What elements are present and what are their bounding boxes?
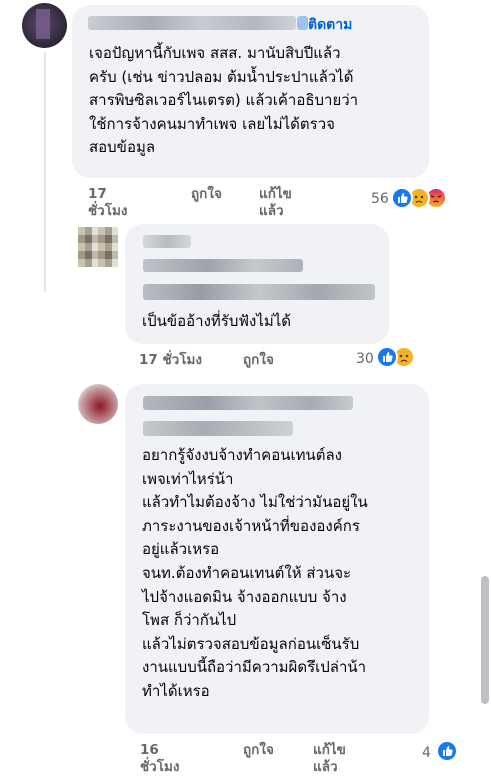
redacted-text-line [143,259,303,272]
commenter-name-redacted[interactable] [143,235,191,248]
reaction-count[interactable]: 4 [422,745,431,761]
scrollbar-thumb[interactable] [481,576,489,704]
comment-text: อยากรู้จังงบจ้างทำคอนเทนต์ลง เพจเท่าไหร่… [142,446,368,700]
commenter-avatar[interactable] [78,227,118,267]
redacted-mark [297,16,308,30]
comment-timestamp[interactable]: 17 ชั่วโมง [88,186,128,220]
redacted-text-line [143,421,293,436]
edited-label[interactable]: แก้ไข แล้ว [259,186,292,220]
reaction-icons[interactable] [436,740,462,762]
commenter-avatar[interactable] [22,3,67,48]
redacted-text-line [143,284,375,300]
comment-text: เจอปัญหานี้กับเพจ สสส. มานับสิบปีแล้ว คร… [89,44,359,157]
like-icon [436,740,458,762]
comment-timestamp[interactable]: 16 ชั่วโมง [140,742,180,776]
like-icon [376,346,398,368]
like-button[interactable]: ถูกใจ [191,186,222,203]
thread-line [44,52,46,292]
like-icon [391,187,413,209]
follow-label[interactable]: ติดตาม [308,17,352,33]
reaction-icons[interactable] [391,187,461,209]
follow-link[interactable]: ติดตาม [308,14,352,36]
like-button[interactable]: ถูกใจ [243,352,274,369]
commenter-name-redacted[interactable] [143,396,353,410]
reaction-count[interactable]: 30 [356,351,374,367]
commenter-avatar[interactable] [78,384,118,424]
comment-text: เป็นข้ออ้างที่รับฟังไม่ได้ [142,312,292,330]
commenter-name-redacted[interactable] [88,16,296,30]
reaction-icons[interactable] [376,346,426,368]
edited-label[interactable]: แก้ไข แล้ว [313,742,346,776]
reaction-count[interactable]: 56 [371,191,389,207]
comment-timestamp[interactable]: 17 ชั่วโมง [139,352,202,369]
like-button[interactable]: ถูกใจ [243,742,274,759]
